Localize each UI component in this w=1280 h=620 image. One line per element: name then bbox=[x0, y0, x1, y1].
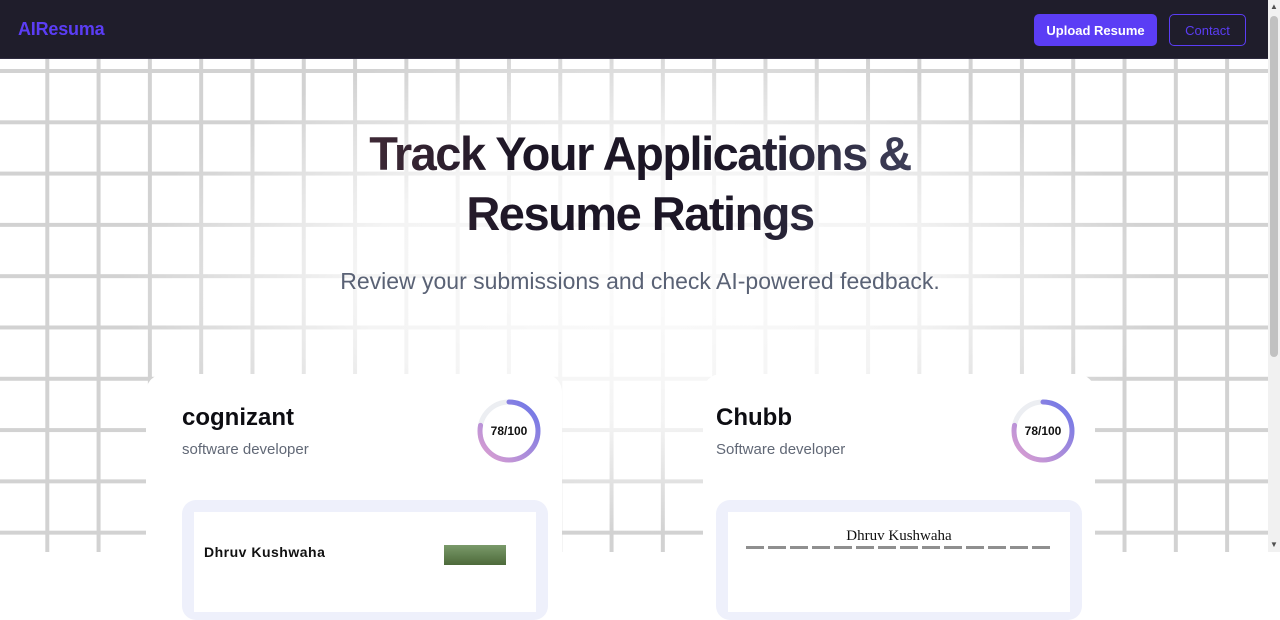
score-ring: 78/100 bbox=[1010, 398, 1076, 464]
arrow-down-icon[interactable]: ▼ bbox=[1268, 538, 1280, 552]
scrollbar-thumb[interactable] bbox=[1270, 16, 1278, 357]
navbar: AIResuma Upload Resume Contact bbox=[0, 0, 1268, 59]
contact-info-line bbox=[746, 546, 1052, 549]
resume-preview[interactable]: Dhruv Kushwaha bbox=[716, 500, 1082, 620]
contact-button[interactable]: Contact bbox=[1169, 14, 1246, 46]
resume-thumbnail: Dhruv Kushwaha bbox=[194, 512, 536, 612]
arrow-up-icon[interactable]: ▲ bbox=[1268, 0, 1280, 14]
upload-resume-button[interactable]: Upload Resume bbox=[1034, 14, 1157, 46]
page-subtitle: Review your submissions and check AI-pow… bbox=[340, 268, 940, 294]
score-value: 78/100 bbox=[1024, 424, 1062, 438]
logo[interactable]: AIResuma bbox=[18, 19, 105, 40]
title-line-1: Track Your Applications & bbox=[369, 127, 911, 180]
title-line-2: Resume Ratings bbox=[466, 187, 814, 240]
preview-name: Dhruv Kushwaha bbox=[204, 544, 326, 560]
company-name: cognizant bbox=[182, 404, 294, 431]
profile-photo bbox=[444, 545, 506, 565]
score-value: 78/100 bbox=[490, 424, 528, 438]
company-name: Chubb bbox=[716, 404, 792, 431]
resume-preview[interactable]: Dhruv Kushwaha bbox=[182, 500, 548, 620]
job-role: Software developer bbox=[716, 441, 846, 458]
job-role: software developer bbox=[182, 441, 309, 458]
resume-card-cognizant[interactable]: cognizant software developer 78/100 Dhru… bbox=[146, 374, 562, 620]
vertical-scrollbar[interactable]: ▲ ▼ bbox=[1268, 0, 1280, 552]
resume-card-chubb[interactable]: Chubb Software developer 78/100 Dhruv Ku… bbox=[703, 374, 1095, 620]
score-ring: 78/100 bbox=[476, 398, 542, 464]
resume-thumbnail: Dhruv Kushwaha bbox=[728, 512, 1070, 612]
page-title: Track Your Applications & Resume Ratings bbox=[240, 124, 1040, 244]
preview-name: Dhruv Kushwaha bbox=[846, 528, 952, 544]
